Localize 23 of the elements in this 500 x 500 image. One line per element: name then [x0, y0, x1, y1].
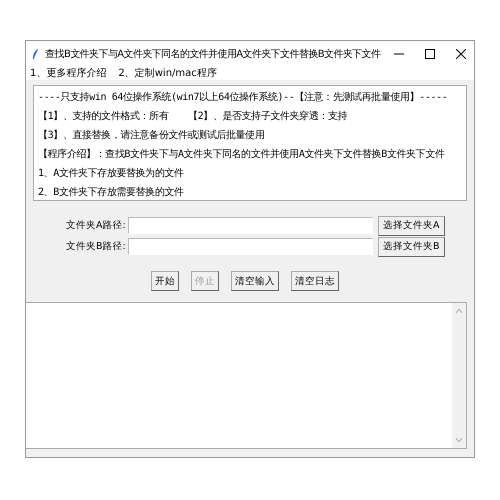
info-text: 【1】、支持的文件格式：所有: [38, 110, 170, 123]
action-button[interactable]: 清空输入: [231, 271, 279, 291]
field-label: 文件夹B路径:: [66, 240, 127, 253]
menu-item[interactable]: 2、定制win/mac程序: [118, 66, 217, 80]
action-button[interactable]: 开始: [151, 271, 179, 291]
info-text: ----只支持win 64位操作系统(win7以上64位操作系统)--【注意：先测试再批量使用】-----: [38, 90, 448, 104]
info-text: 2、B文件夹下存放需要替换的文件: [38, 186, 185, 199]
info-text: 1、A文件夹下存放要替换为的文件: [38, 166, 185, 180]
window-title: 查找B文件夹下与A文件夹下同名的文件并使用A文件夹下文件替换B文件夹下文件: [45, 48, 380, 60]
scroll-down-icon[interactable]: [456, 438, 462, 442]
browse-button[interactable]: 选择文件夹B: [378, 236, 445, 256]
scrollbar[interactable]: [452, 303, 466, 448]
path-field[interactable]: [128, 238, 373, 255]
info-text: 【2】、是否支持子文件夹穿透：支持: [188, 110, 348, 123]
path-field[interactable]: [128, 217, 373, 234]
browse-button[interactable]: 选择文件夹A: [378, 216, 444, 236]
info-text: 【3】、直接替换，请注意备份文件或测试后批量使用: [38, 128, 266, 142]
scroll-up-icon[interactable]: [456, 309, 462, 313]
action-button[interactable]: 清空日志: [291, 271, 339, 291]
feather-icon: [32, 48, 40, 60]
info-text: 【程序介绍】：查找B文件夹下与A文件夹下同名的文件并使用A文件夹下文件替换B文件夹下文件: [38, 148, 446, 161]
field-label: 文件夹A路径:: [66, 219, 127, 232]
menu-item[interactable]: 1、更多程序介绍: [30, 66, 106, 80]
